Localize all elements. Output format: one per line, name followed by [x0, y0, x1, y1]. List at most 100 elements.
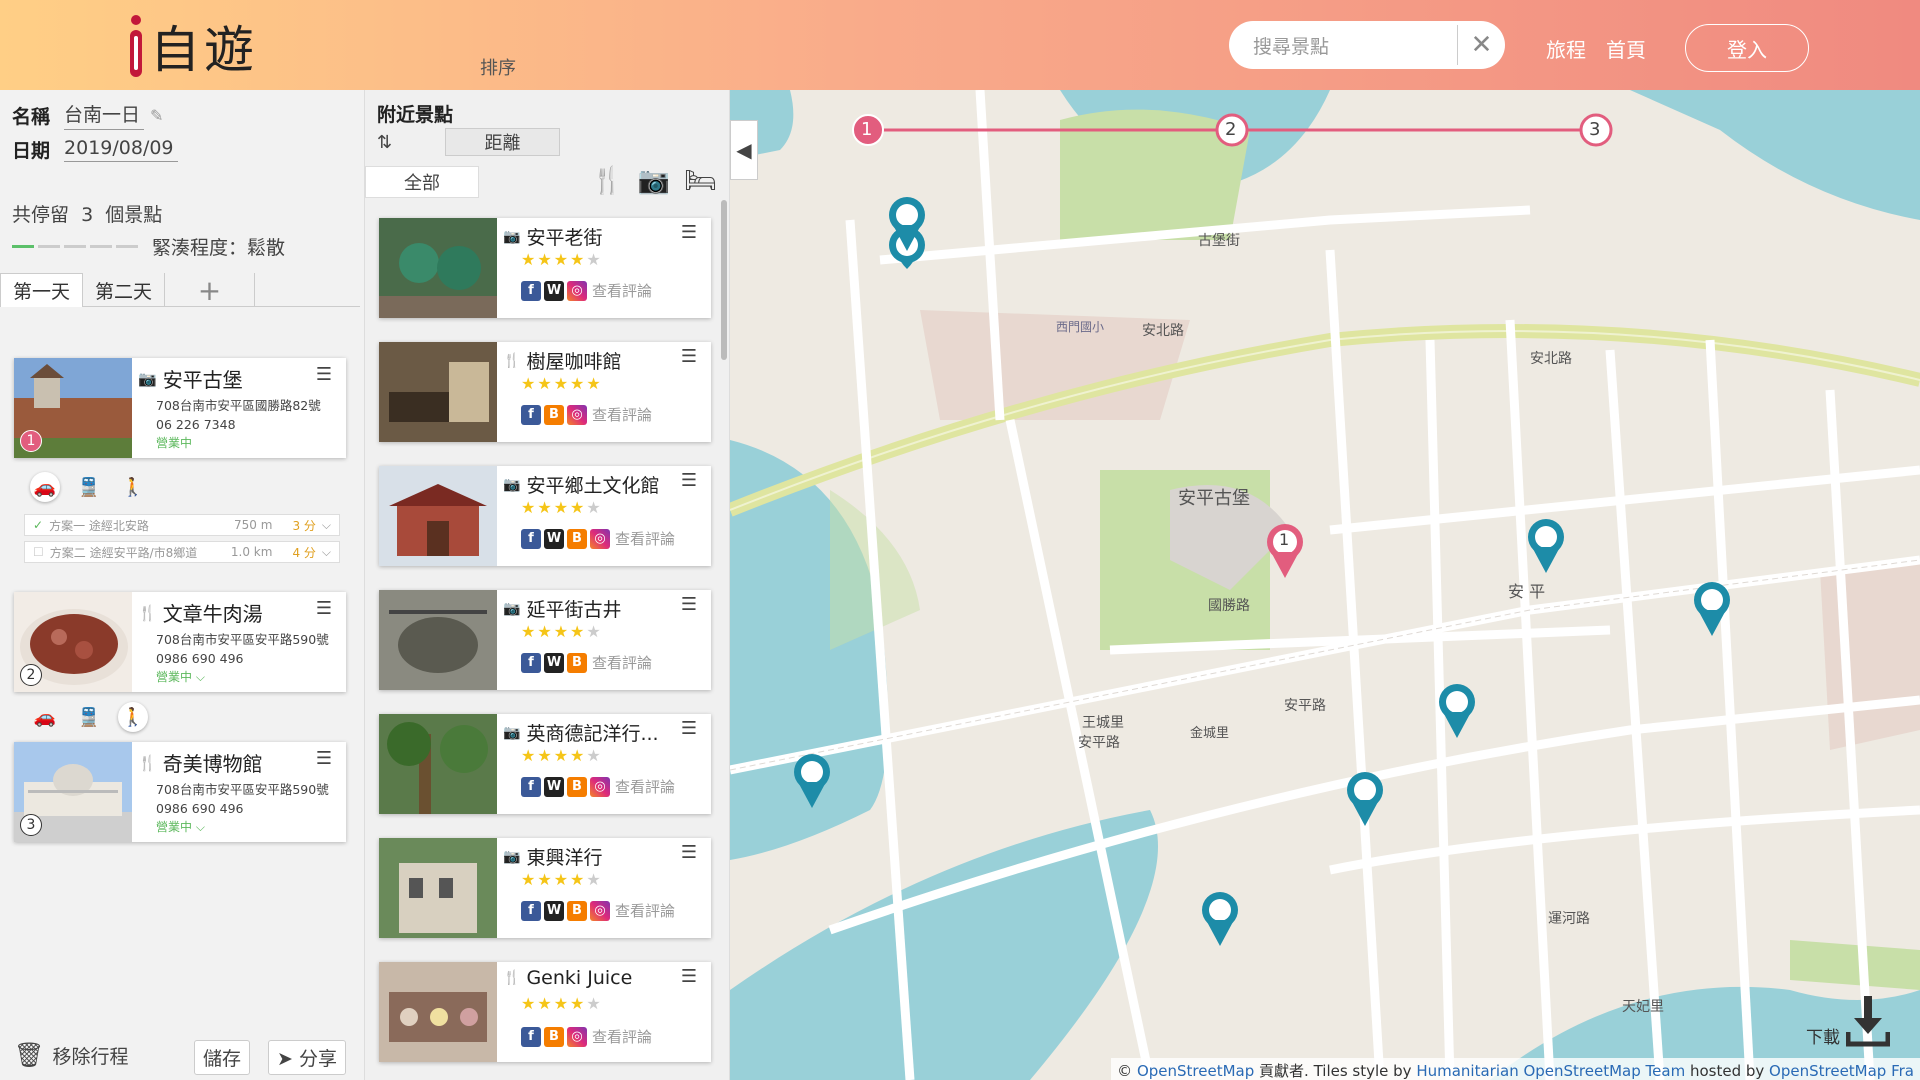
instagram-icon[interactable]: ◎	[567, 404, 587, 425]
nearby-card[interactable]: 📷 安平鄉土文化館 ☰ ★★★★★ f W B ◎ 查看評論	[379, 466, 711, 566]
hot-link[interactable]: Humanitarian OpenStreetMap Team	[1416, 1062, 1685, 1080]
itinerary-card-1[interactable]: 1 📷 安平古堡 ☰ 708台南市安平區國勝路82號 06 226 7348 營業…	[14, 358, 346, 458]
view-reviews-link[interactable]: 查看評論	[592, 404, 652, 425]
itinerary-card-3[interactable]: 3 🍴 奇美博物館 ☰ 708台南市安平區安平路590號 0986 690 496…	[14, 742, 346, 842]
car-icon[interactable]: 🚗	[30, 702, 60, 732]
view-reviews-link[interactable]: 查看評論	[592, 652, 652, 673]
blogger-icon[interactable]: B	[567, 528, 587, 549]
view-reviews-link[interactable]: 查看評論	[592, 1026, 652, 1047]
wikipedia-icon[interactable]: W	[544, 528, 564, 549]
blogger-icon[interactable]: B	[567, 652, 587, 673]
nearby-card[interactable]: 📷 安平老街 ☰ ★★★★★ f W ◎ 查看評論	[379, 218, 711, 318]
menu-icon[interactable]: ☰	[681, 966, 697, 987]
route-stop-label[interactable]: 1	[861, 119, 872, 140]
sort-icon[interactable]: ⇅	[377, 132, 392, 153]
menu-icon[interactable]: ☰	[681, 346, 697, 367]
chevron-down-icon[interactable]: ⌵	[196, 820, 205, 834]
osm-link[interactable]: OpenStreetMap	[1137, 1062, 1254, 1080]
wikipedia-icon[interactable]: W	[544, 280, 564, 301]
open-status[interactable]: 營業中 ⌵	[156, 668, 329, 687]
chevron-down-icon[interactable]: ⌵	[322, 545, 331, 560]
menu-icon[interactable]: ☰	[681, 842, 697, 863]
facebook-icon[interactable]: f	[521, 652, 541, 673]
blogger-icon[interactable]: B	[567, 900, 587, 921]
open-status[interactable]: 營業中 ⌵	[156, 818, 329, 837]
nav-home[interactable]: 首頁	[1606, 34, 1646, 63]
wikipedia-icon[interactable]: W	[544, 652, 564, 673]
instagram-icon[interactable]: ◎	[590, 776, 610, 797]
close-icon[interactable]: ✕	[1457, 25, 1505, 65]
scrollbar[interactable]	[721, 200, 727, 360]
train-icon[interactable]: 🚆	[74, 702, 104, 732]
facebook-icon[interactable]: f	[521, 528, 541, 549]
itinerary-card-2[interactable]: 2 🍴 文章牛肉湯 ☰ 708台南市安平區安平路590號 0986 690 496…	[14, 592, 346, 692]
sort-label[interactable]: 排序	[480, 54, 516, 80]
blogger-icon[interactable]: B	[567, 776, 587, 797]
nearby-card[interactable]: 🍴 樹屋咖啡館 ☰ ★★★★★ f B ◎ 查看評論	[379, 342, 711, 442]
instagram-icon[interactable]: ◎	[567, 1026, 587, 1047]
check-icon[interactable]: ✓	[33, 518, 43, 532]
walk-icon[interactable]: 🚶	[118, 472, 148, 502]
save-button[interactable]: 儲存	[194, 1040, 251, 1075]
instagram-icon[interactable]: ◎	[567, 280, 587, 301]
map-canvas[interactable]	[730, 90, 1920, 1080]
facebook-icon[interactable]: f	[521, 404, 541, 425]
route-stop-label[interactable]: 3	[1589, 119, 1600, 140]
train-icon[interactable]: 🚆	[74, 472, 104, 502]
sort-distance-button[interactable]: 距離	[445, 128, 560, 156]
route-option-2[interactable]: ☐ 方案二 途經安平路/市8鄉道 1.0 km 4 分 ⌵	[24, 541, 340, 563]
drag-handle-icon[interactable]: ☰	[316, 598, 332, 619]
menu-icon[interactable]: ☰	[681, 718, 697, 739]
remove-trip-button[interactable]: 移除行程	[52, 1042, 128, 1069]
walk-icon[interactable]: 🚶	[118, 702, 148, 732]
osmfr-link[interactable]: OpenStreetMap Fra	[1769, 1062, 1914, 1080]
chevron-down-icon[interactable]: ⌵	[322, 518, 331, 533]
instagram-icon[interactable]: ◎	[590, 900, 610, 921]
wikipedia-icon[interactable]: W	[544, 776, 564, 797]
view-reviews-link[interactable]: 查看評論	[615, 776, 675, 797]
facebook-icon[interactable]: f	[521, 1026, 541, 1047]
chevron-down-icon[interactable]: ⌵	[196, 670, 205, 684]
menu-icon[interactable]: ☰	[681, 470, 697, 491]
drag-handle-icon[interactable]: ☰	[316, 748, 332, 769]
filter-all-button[interactable]: 全部	[365, 166, 479, 198]
checkbox-icon[interactable]: ☐	[33, 545, 44, 559]
view-reviews-link[interactable]: 查看評論	[615, 528, 675, 549]
nearby-card[interactable]: 📷 延平街古井 ☰ ★★★★★ fWB 查看評論	[379, 590, 711, 690]
download-button[interactable]: 下載	[1806, 996, 1890, 1048]
facebook-icon[interactable]: f	[521, 776, 541, 797]
bed-icon[interactable]: 🛏	[684, 166, 717, 196]
add-day-button[interactable]: +	[165, 273, 256, 307]
trip-date-field[interactable]: 2019/08/09	[64, 137, 178, 162]
view-reviews-link[interactable]: 查看評論	[615, 900, 675, 921]
facebook-icon[interactable]: f	[521, 900, 541, 921]
login-button[interactable]: 登入	[1685, 24, 1809, 72]
menu-icon[interactable]: ☰	[681, 594, 697, 615]
menu-icon[interactable]: ☰	[681, 222, 697, 243]
search-input[interactable]: 搜尋景點	[1253, 32, 1457, 59]
share-button[interactable]: ➤ 分享	[268, 1040, 346, 1075]
nearby-card[interactable]: 📷 東興洋行 ☰ ★★★★★ f W B ◎ 查看評論	[379, 838, 711, 938]
instagram-icon[interactable]: ◎	[590, 528, 610, 549]
facebook-icon[interactable]: f	[521, 280, 541, 301]
camera-icon[interactable]: 📷	[638, 166, 670, 196]
cutlery-icon[interactable]: 🍴	[591, 166, 623, 196]
wikipedia-icon[interactable]: W	[544, 900, 564, 921]
blogger-icon[interactable]: B	[544, 404, 564, 425]
collapse-panel-button[interactable]: ◀	[730, 120, 758, 180]
logo[interactable]: 自遊	[128, 12, 258, 80]
blogger-icon[interactable]: B	[544, 1026, 564, 1047]
trip-name-field[interactable]: 台南一日	[64, 100, 145, 130]
nav-trips[interactable]: 旅程	[1546, 34, 1586, 63]
nearby-card[interactable]: 🍴 Genki Juice ☰ ★★★★★ f B ◎ 查看評論	[379, 962, 711, 1062]
tab-day-1[interactable]: 第一天	[0, 273, 84, 307]
search-box[interactable]: 搜尋景點 ✕	[1229, 21, 1505, 69]
car-icon[interactable]: 🚗	[30, 472, 60, 502]
route-stop-label[interactable]: 2	[1225, 119, 1236, 140]
drag-handle-icon[interactable]: ☰	[316, 364, 332, 385]
pencil-icon[interactable]: ✎	[150, 106, 163, 125]
route-option-1[interactable]: ✓ 方案一 途經北安路 750 m 3 分 ⌵	[24, 514, 340, 536]
nearby-card[interactable]: 📷 英商德記洋行... ☰ ★★★★★ f W B ◎ 查看評論	[379, 714, 711, 814]
tab-day-2[interactable]: 第二天	[83, 273, 166, 307]
map[interactable]: 1 2 3 1 安平古堡 安北路 安北路 安平路 安平路 國勝路 古堡街 王城里…	[730, 90, 1920, 1080]
